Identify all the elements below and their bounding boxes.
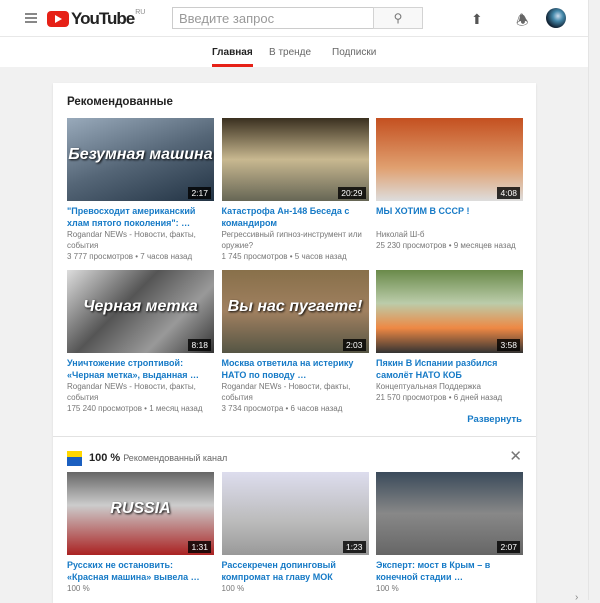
thumbnail-text: RUSSIA <box>110 500 171 517</box>
channel-title[interactable]: 100 % Рекомендованный канал <box>89 452 227 464</box>
video-title[interactable]: Русских не остановить: «Красная машина» … <box>67 559 214 583</box>
video-duration: 8:18 <box>188 339 211 351</box>
video-thumbnail[interactable]: 1:23 <box>221 472 369 555</box>
video-title[interactable]: Уничтожение строптивой: «Черная метка», … <box>67 357 214 381</box>
expand-button[interactable]: Развернуть <box>467 414 522 425</box>
video-thumbnail[interactable]: Безумная машина 2:17 <box>67 118 214 201</box>
video-duration: 1:31 <box>188 541 211 553</box>
video-duration: 2:17 <box>188 187 211 199</box>
section-title: Рекомендованные <box>67 96 173 108</box>
thumbnail-text: Безумная машина <box>68 146 213 163</box>
video-item[interactable]: Безумная машина 2:17 "Превосходит америк… <box>67 118 214 262</box>
video-title[interactable]: Пякин В Испании разбился самолёт НАТО КО… <box>376 357 523 381</box>
thumbnail-text: Вы нас пугаете! <box>227 298 363 315</box>
video-stats: 3 777 просмотров • 7 часов назад <box>67 252 193 261</box>
upload-icon[interactable]: ⬆ <box>471 11 483 28</box>
video-channel[interactable]: Rogandar NEWs - Новости, факты, события <box>222 381 369 403</box>
video-channel[interactable]: Концептуальная Поддержка <box>376 381 523 392</box>
video-thumbnail[interactable]: 3:58 <box>376 270 523 353</box>
video-item[interactable]: 2:07 Эксперт: мост в Крым – в конечной с… <box>376 472 523 594</box>
video-channel[interactable]: Регрессивный гипноз-инструмент или оружи… <box>222 229 369 251</box>
masthead: YouTube RU Введите запрос ⚲ ⬆ 🕭 <box>0 0 588 37</box>
video-item[interactable]: 20:29 Катастрофа Ан-148 Беседа с команди… <box>221 118 369 262</box>
next-arrow-icon[interactable]: › <box>575 592 578 603</box>
video-thumbnail[interactable]: 20:29 <box>221 118 369 201</box>
play-icon <box>47 11 69 27</box>
region-label: RU <box>135 8 146 16</box>
search-icon: ⚲ <box>393 11 403 25</box>
video-duration: 3:58 <box>497 339 520 351</box>
video-channel[interactable]: Rogandar NEWs - Новости, факты, события <box>67 229 214 251</box>
video-title[interactable]: Москва ответила на истерику НАТО по пово… <box>222 357 369 381</box>
search-button[interactable]: ⚲ <box>373 7 423 29</box>
video-title[interactable]: Катастрофа Ан-148 Беседа с командиром <box>222 205 369 229</box>
scrollbar[interactable] <box>588 0 600 600</box>
video-channel[interactable]: 100 % <box>222 583 369 594</box>
tab-subscriptions[interactable]: Подписки <box>332 47 376 58</box>
video-item[interactable]: 3:58 Пякин В Испании разбился самолёт НА… <box>376 270 523 403</box>
video-item[interactable]: 4:08 МЫ ХОТИМ В СССР ! Николай Ш-б 25 23… <box>376 118 523 251</box>
video-channel[interactable]: Николай Ш-б <box>376 229 523 240</box>
video-thumbnail[interactable]: 4:08 <box>376 118 523 201</box>
tab-trending[interactable]: В тренде <box>269 47 311 58</box>
menu-icon[interactable] <box>25 13 37 23</box>
video-title[interactable]: МЫ ХОТИМ В СССР ! <box>376 205 523 229</box>
youtube-logo[interactable]: YouTube RU <box>47 9 145 29</box>
video-item[interactable]: Черная метка 8:18 Уничтожение строптивой… <box>67 270 214 414</box>
feed-card: Рекомендованные Безумная машина 2:17 "Пр… <box>53 83 578 603</box>
tab-home[interactable]: Главная <box>212 47 253 67</box>
video-item[interactable]: 1:23 Рассекречен допинговый компромат на… <box>221 472 369 594</box>
close-icon[interactable]: ✕ <box>509 447 522 465</box>
video-duration: 1:23 <box>342 541 366 553</box>
channel-icon[interactable] <box>67 451 82 466</box>
video-duration: 4:08 <box>497 187 520 199</box>
channel-label: Рекомендованный канал <box>123 453 228 463</box>
video-thumbnail[interactable]: Вы нас пугаете! 2:03 <box>221 270 369 353</box>
video-stats: 25 230 просмотров • 9 месяцев назад <box>376 241 516 250</box>
video-stats: 1 745 просмотров • 5 часов назад <box>221 252 347 261</box>
video-thumbnail[interactable]: Черная метка 8:18 <box>67 270 214 353</box>
video-title[interactable]: Эксперт: мост в Крым – в конечной стадии… <box>376 559 523 583</box>
video-title[interactable]: "Превосходит американский хлам пятого по… <box>67 205 214 229</box>
video-item[interactable]: RUSSIA 1:31 Русских не остановить: «Крас… <box>67 472 214 594</box>
video-stats: 175 240 просмотров • 1 месяц назад <box>67 404 203 413</box>
tab-bar: Главная В тренде Подписки <box>0 37 588 67</box>
logo-text: YouTube <box>71 9 135 28</box>
search-input[interactable]: Введите запрос <box>172 7 374 29</box>
channel-name: 100 % <box>89 452 121 464</box>
divider <box>53 436 536 437</box>
thumbnail-text: Черная метка <box>83 298 198 315</box>
video-duration: 2:03 <box>342 339 366 351</box>
video-duration: 2:07 <box>497 541 520 553</box>
bell-icon[interactable]: 🕭 <box>516 10 529 34</box>
video-thumbnail[interactable]: 2:07 <box>376 472 523 555</box>
video-thumbnail[interactable]: RUSSIA 1:31 <box>67 472 214 555</box>
video-channel[interactable]: Rogandar NEWs - Новости, факты, события <box>67 381 214 403</box>
video-item[interactable]: Вы нас пугаете! 2:03 Москва ответила на … <box>221 270 369 414</box>
video-stats: 21 570 просмотров • 6 дней назад <box>376 393 503 402</box>
avatar[interactable] <box>546 8 566 28</box>
video-stats: 3 734 просмотра • 6 часов назад <box>221 404 343 413</box>
video-duration: 20:29 <box>338 187 366 199</box>
video-title[interactable]: Рассекречен допинговый компромат на глав… <box>222 559 369 583</box>
video-channel[interactable]: 100 % <box>376 583 523 594</box>
video-channel[interactable]: 100 % <box>67 583 214 594</box>
